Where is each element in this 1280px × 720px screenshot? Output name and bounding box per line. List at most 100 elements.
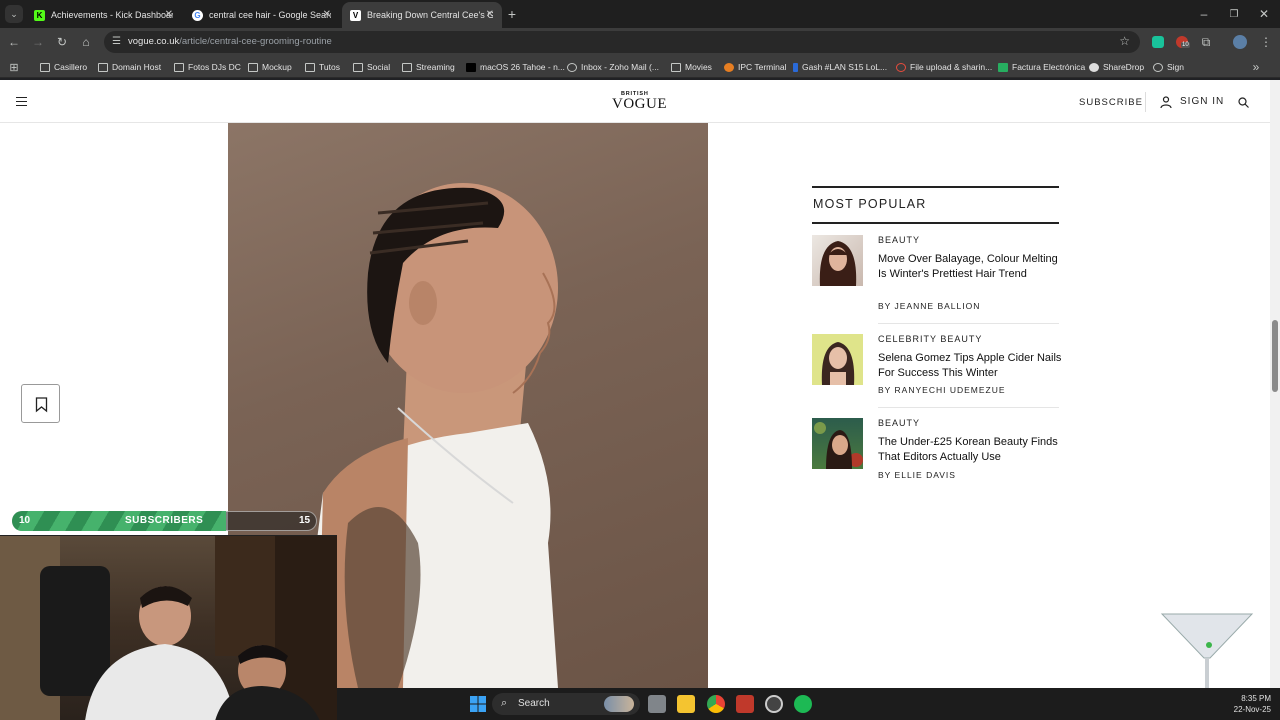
most-popular-title: MOST POPULAR [813, 197, 927, 211]
spotify-icon[interactable] [794, 695, 812, 713]
system-clock[interactable]: 8:35 PM 22-Nov-25 [1234, 693, 1271, 715]
article-byline: BY JEANNE BALLION [878, 301, 981, 311]
window-close-icon[interactable]: ✕ [1256, 6, 1272, 22]
bookmark-item[interactable]: Social [353, 60, 390, 74]
bookmark-item[interactable]: Tutos [305, 60, 340, 74]
tab-kick-dashboard[interactable]: K Achievements - Kick Dashboard ✕ [26, 2, 181, 28]
windows-start-icon[interactable] [469, 695, 487, 713]
article-category[interactable]: BEAUTY [878, 418, 920, 428]
bookmark-item[interactable]: Fotos DJs DC [174, 60, 241, 74]
tab-vogue-article[interactable]: V Breaking Down Central Cee's Gr ✕ [342, 2, 502, 28]
close-icon[interactable]: ✕ [165, 9, 173, 20]
bookmark-item[interactable]: ShareDrop [1089, 60, 1144, 74]
tab-search-icon[interactable]: ⌄ [5, 5, 23, 23]
extension-green-icon[interactable] [1150, 34, 1166, 50]
address-bar[interactable]: ☰ vogue.co.uk/article/central-cee-groomi… [104, 31, 1140, 53]
folder-icon [305, 62, 315, 72]
chrome-icon[interactable] [707, 695, 725, 713]
article-byline: BY RANYECHI UDEMEZUE [878, 385, 1006, 395]
browser-tab-strip: ⌄ K Achievements - Kick Dashboard ✕ G ce… [0, 0, 1280, 28]
bookmark-item[interactable]: Movies [671, 60, 712, 74]
file-explorer-icon[interactable] [677, 695, 695, 713]
reload-icon[interactable]: ↻ [54, 34, 70, 50]
article-category[interactable]: CELEBRITY BEAUTY [878, 334, 982, 344]
bookmark-item[interactable]: Domain Host [98, 60, 161, 74]
article-thumbnail[interactable] [812, 334, 863, 385]
vogue-logo[interactable]: VOGUE [612, 96, 667, 113]
apps-grid-icon[interactable]: ⊞ [6, 59, 22, 75]
bookmark-item[interactable]: Inbox - Zoho Mail (... [567, 60, 659, 74]
search-icon[interactable] [1238, 97, 1249, 108]
vogue-icon: V [350, 9, 361, 21]
minimize-icon[interactable]: – [1196, 6, 1212, 22]
home-icon[interactable]: ⌂ [78, 34, 94, 50]
most-popular-rule-top [812, 186, 1059, 188]
goal-start-count: 10 [19, 515, 31, 526]
url-path: /article/central-cee-grooming-routine [179, 36, 332, 47]
ipc-icon [724, 62, 734, 72]
bookmark-item[interactable]: File upload & sharin... [896, 60, 992, 74]
bookmark-item[interactable]: Mockup [248, 60, 292, 74]
upload-icon [896, 62, 906, 72]
bookmark-item[interactable]: Streaming [402, 60, 455, 74]
back-icon[interactable]: ← [6, 34, 22, 50]
close-icon[interactable]: ✕ [323, 9, 331, 20]
popular-article[interactable]: BEAUTY Move Over Balayage, Colour Meltin… [812, 235, 1059, 325]
search-highlight-icon [604, 696, 634, 712]
kick-icon: K [34, 9, 45, 21]
list-separator [878, 407, 1059, 408]
list-separator [878, 323, 1059, 324]
clock-time: 8:35 PM [1241, 694, 1271, 703]
gash-icon [793, 62, 798, 72]
forward-icon[interactable]: → [30, 34, 46, 50]
save-bookmark-button[interactable] [21, 384, 60, 423]
site-header: BRITISH VOGUE SUBSCRIBE SIGN IN [0, 80, 1270, 123]
folder-icon [174, 62, 184, 72]
folder-icon [40, 62, 50, 72]
factura-icon [998, 62, 1008, 72]
app-red-icon[interactable] [736, 695, 754, 713]
bookmark-item[interactable]: IPC Terminal [724, 60, 787, 74]
tab-google-search[interactable]: G central cee hair - Google Search ✕ [184, 2, 339, 28]
menu-kebab-icon[interactable]: ⋮ [1258, 34, 1274, 50]
site-info-icon[interactable]: ☰ [112, 36, 121, 47]
s-icon [466, 62, 476, 72]
search-icon: ⌕ [501, 697, 508, 709]
folder-icon [248, 62, 258, 72]
maximize-icon[interactable]: ❐ [1226, 6, 1242, 22]
more-bookmarks-icon[interactable]: » [1248, 59, 1264, 75]
profile-avatar[interactable] [1232, 34, 1248, 50]
taskbar-search[interactable]: ⌕ Search [492, 693, 640, 715]
article-headline[interactable]: Selena Gomez Tips Apple Cider Nails For … [878, 351, 1064, 380]
extensions-puzzle-icon[interactable]: ⧉ [1198, 34, 1214, 50]
article-thumbnail[interactable] [812, 418, 863, 469]
url-domain: vogue.co.uk [128, 36, 180, 47]
bookmark-item[interactable]: Factura Electrónica [998, 60, 1085, 74]
folder-icon [671, 62, 681, 72]
close-icon[interactable]: ✕ [486, 9, 494, 20]
obs-icon[interactable] [765, 695, 783, 713]
task-view-icon[interactable] [648, 695, 666, 713]
article-thumbnail[interactable] [812, 235, 863, 286]
bookmark-item[interactable]: Sign [1153, 60, 1184, 74]
popular-article[interactable]: CELEBRITY BEAUTY Selena Gomez Tips Apple… [812, 334, 1061, 409]
popular-article[interactable]: BEAUTY The Under-£25 Korean Beauty Finds… [812, 418, 1059, 480]
subscribe-link[interactable]: SUBSCRIBE [1079, 97, 1143, 108]
article-headline[interactable]: Move Over Balayage, Colour Melting Is Wi… [878, 252, 1064, 281]
sign-in-link[interactable]: SIGN IN [1180, 96, 1224, 107]
article-headline[interactable]: The Under-£25 Korean Beauty Finds That E… [878, 435, 1064, 464]
windows-taskbar: ⌕ Search 8:35 PM 22-Nov-25 [337, 688, 1280, 720]
webcam-overlay [0, 535, 337, 720]
user-icon[interactable] [1160, 96, 1172, 108]
bookmark-item[interactable]: Casillero [40, 60, 87, 74]
page-scrollbar[interactable] [1270, 80, 1280, 688]
extension-red-icon[interactable]: 10 [1174, 34, 1190, 50]
bookmark-item[interactable]: macOS 26 Tahoe - n... [466, 60, 565, 74]
menu-icon[interactable] [16, 97, 27, 106]
scrollbar-thumb[interactable] [1272, 320, 1278, 392]
star-icon[interactable]: ☆ [1119, 34, 1130, 48]
bookmark-item[interactable]: Gash #LAN S15 LoL... [793, 60, 887, 74]
bookmark-icon [35, 397, 48, 413]
article-category[interactable]: BEAUTY [878, 235, 920, 245]
new-tab-icon[interactable]: + [504, 6, 520, 22]
